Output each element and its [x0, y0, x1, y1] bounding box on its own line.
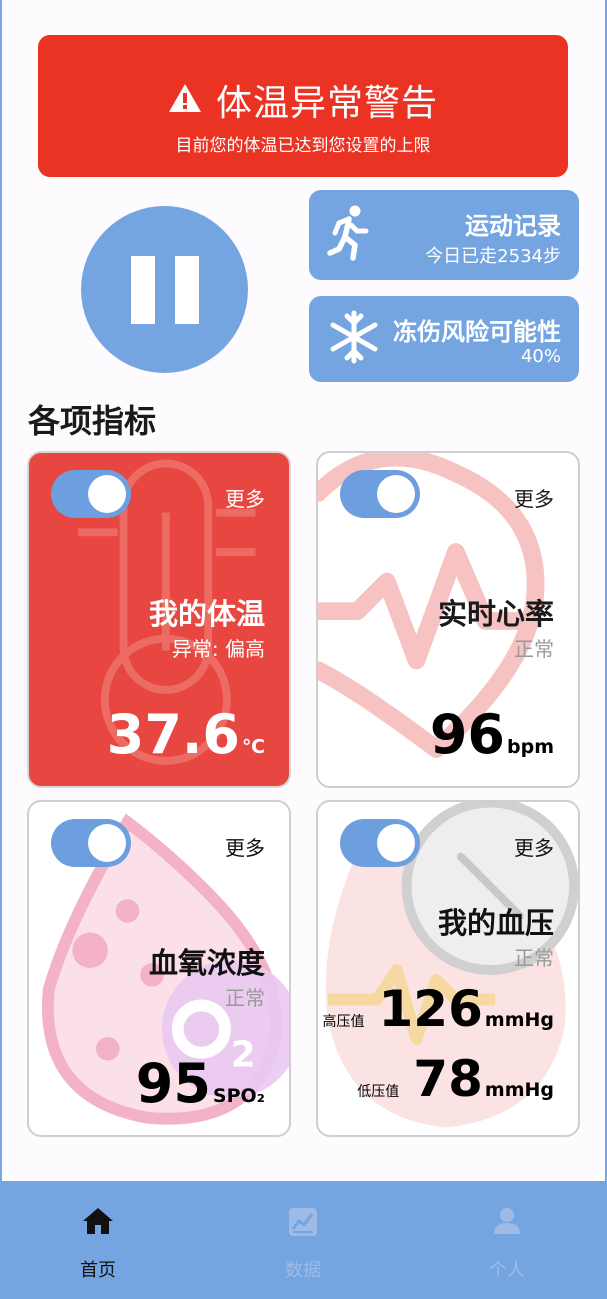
diastolic-value: 78 — [413, 1050, 483, 1108]
systolic-label: 高压值 — [322, 1014, 365, 1030]
heart-rate-unit: bpm — [507, 736, 554, 758]
alert-title: 体温异常警告 — [215, 83, 438, 124]
alert-subtitle: 目前您的体温已达到您设置的上限 — [175, 136, 431, 156]
nav-item-profile[interactable]: 个人 — [437, 1181, 577, 1299]
warning-icon — [168, 83, 202, 117]
blood-pressure-card[interactable]: 更多 我的血压 正常 高压值 126 mmHg 低压值 78 mmHg — [316, 800, 580, 1137]
blood-pressure-more-link[interactable]: 更多 — [514, 832, 554, 861]
chart-icon — [288, 1207, 318, 1241]
frostbite-title: 冻伤风险可能性 — [393, 318, 561, 346]
blood-oxygen-more-link[interactable]: 更多 — [225, 832, 265, 861]
heart-rate-more-link[interactable]: 更多 — [514, 483, 554, 512]
systolic-value: 126 — [378, 980, 483, 1038]
blood-oxygen-status: 正常 — [225, 986, 265, 1010]
temperature-more-link[interactable]: 更多 — [225, 483, 265, 512]
home-icon — [82, 1207, 114, 1239]
heart-rate-value-group: 96 bpm — [430, 708, 554, 762]
nav-item-home[interactable]: 首页 — [28, 1181, 168, 1299]
heart-rate-title: 实时心率 — [437, 597, 554, 631]
exercise-steps: 今日已走2534步 — [425, 246, 561, 267]
nav-label-profile: 个人 — [489, 1260, 525, 1281]
temperature-status: 异常: 偏高 — [171, 637, 265, 661]
blood-oxygen-title: 血氧浓度 — [148, 946, 265, 980]
heart-rate-value: 96 — [429, 703, 505, 766]
temperature-value-group: 37.6 ℃ — [107, 708, 265, 762]
blood-oxygen-card[interactable]: 2 更多 血氧浓度 正常 95 SPO₂ — [27, 800, 291, 1137]
heart-rate-card[interactable]: 更多 实时心率 正常 96 bpm — [316, 451, 580, 788]
diastolic-row: 低压值 78 mmHg — [357, 1054, 554, 1104]
section-title: 各项指标 — [28, 402, 157, 440]
nav-item-data[interactable]: 数据 — [233, 1181, 373, 1299]
systolic-row: 高压值 126 mmHg — [323, 984, 554, 1034]
frostbite-percentage: 40% — [520, 346, 561, 367]
diastolic-unit: mmHg — [484, 1079, 554, 1101]
heart-rate-toggle[interactable] — [340, 470, 420, 518]
frostbite-risk-card[interactable]: 冻伤风险可能性 40% — [309, 296, 579, 382]
alert-title-row: 体温异常警告 — [38, 74, 568, 126]
blood-oxygen-value: 95 — [135, 1052, 211, 1115]
temperature-toggle[interactable] — [51, 470, 131, 518]
heart-rate-status: 正常 — [514, 637, 554, 661]
pause-icon — [130, 255, 199, 324]
temperature-value: 37.6 — [106, 703, 240, 766]
nav-label-home: 首页 — [80, 1260, 116, 1281]
systolic-unit: mmHg — [484, 1009, 554, 1031]
nav-label-data: 数据 — [285, 1260, 321, 1281]
temperature-alert-banner[interactable]: 体温异常警告 目前您的体温已达到您设置的上限 — [38, 35, 568, 177]
user-icon — [493, 1207, 521, 1239]
temperature-card[interactable]: 更多 我的体温 异常: 偏高 37.6 ℃ — [27, 451, 291, 788]
exercise-title: 运动记录 — [465, 212, 561, 240]
blood-oxygen-unit: SPO₂ — [212, 1085, 265, 1107]
exercise-record-card[interactable]: 运动记录 今日已走2534步 — [309, 190, 579, 280]
diastolic-label: 低压值 — [357, 1084, 400, 1100]
blood-pressure-toggle[interactable] — [340, 819, 420, 867]
temperature-unit: ℃ — [241, 736, 265, 758]
blood-oxygen-value-group: 95 SPO₂ — [136, 1057, 265, 1111]
snowflake-icon — [327, 310, 381, 368]
temperature-title: 我的体温 — [148, 597, 265, 631]
blood-oxygen-toggle[interactable] — [51, 819, 131, 867]
blood-pressure-title: 我的血压 — [437, 906, 554, 940]
blood-pressure-status: 正常 — [514, 946, 554, 970]
running-icon — [327, 205, 371, 265]
pause-button[interactable] — [81, 206, 248, 373]
bottom-navigation: 首页 数据 个人 — [0, 1181, 607, 1299]
